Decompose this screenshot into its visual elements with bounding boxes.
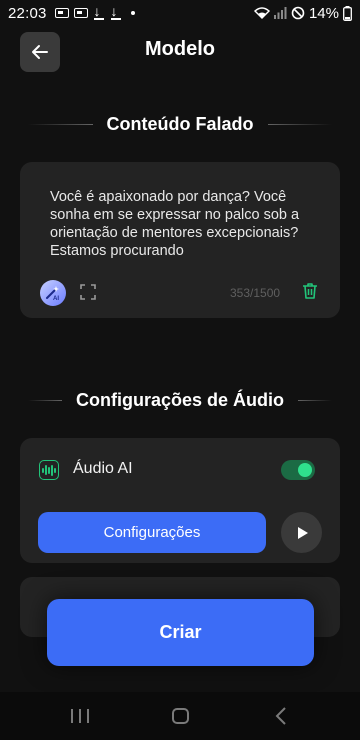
fullscreen-icon[interactable] — [80, 284, 96, 300]
divider-line — [28, 400, 62, 401]
audio-ai-label: Áudio AI — [73, 460, 133, 477]
spoken-text-card: Você é apaixonado por dança? Você sonha … — [20, 162, 340, 318]
character-counter: 353/1500 — [230, 286, 281, 300]
more-notifications-dot — [130, 11, 135, 15]
trash-icon[interactable] — [301, 282, 319, 300]
notification-icons — [54, 3, 135, 20]
audio-ai-card: Áudio AI Configurações — [20, 438, 340, 563]
play-button[interactable] — [281, 512, 322, 553]
spoken-content-title: Conteúdo Falado — [106, 114, 254, 134]
play-icon — [297, 526, 308, 539]
ai-magic-wand-icon[interactable]: AI — [40, 280, 66, 306]
audio-wave-icon — [39, 460, 59, 480]
nav-back-icon[interactable] — [272, 706, 290, 726]
home-button[interactable] — [172, 708, 189, 724]
recent-apps-button[interactable] — [71, 709, 89, 723]
do-not-disturb-icon — [291, 6, 305, 20]
divider-line — [267, 124, 332, 125]
svg-text:AI: AI — [53, 296, 59, 302]
spoken-text-input[interactable]: Você é apaixonado por dança? Você sonha … — [50, 188, 320, 258]
screen: 22:03 14% — [0, 0, 360, 740]
spoken-content-heading: Conteúdo Falado — [0, 114, 360, 135]
battery-icon — [343, 5, 352, 21]
battery-percent: 14% — [308, 4, 339, 22]
notification-app-icon — [73, 8, 88, 18]
status-time: 22:03 — [8, 4, 47, 22]
wifi-icon — [253, 7, 270, 19]
signal-icon — [273, 7, 287, 19]
notification-app-icon — [54, 8, 69, 18]
audio-settings-heading: Configurações de Áudio — [0, 390, 360, 411]
download-icon — [93, 3, 105, 20]
system-navigation-bar — [0, 692, 360, 740]
divider-line — [298, 400, 333, 401]
download-icon — [110, 3, 122, 20]
configurations-button[interactable]: Configurações — [38, 512, 266, 553]
audio-settings-title: Configurações de Áudio — [76, 390, 285, 410]
toggle-knob — [298, 463, 312, 477]
divider-line — [28, 124, 93, 125]
page-title: Modelo — [145, 38, 215, 60]
status-right: 14% — [253, 0, 352, 26]
audio-ai-toggle[interactable] — [281, 460, 315, 480]
create-button[interactable]: Criar — [47, 599, 314, 666]
status-bar: 22:03 14% — [0, 0, 360, 26]
